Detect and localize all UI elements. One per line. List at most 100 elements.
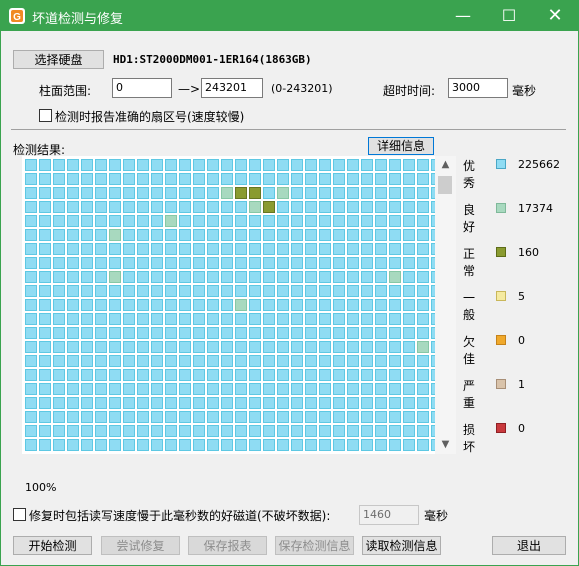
grid-cell (81, 341, 93, 353)
grid-cell (235, 215, 247, 227)
details-button[interactable]: 详细信息 (368, 137, 434, 155)
grid-cell (319, 229, 331, 241)
grid-cell (305, 425, 317, 437)
timeout-input[interactable]: 3000 (448, 78, 508, 98)
grid-cell (263, 397, 275, 409)
close-button[interactable]: ✕ (532, 1, 578, 31)
grid-cell (375, 215, 387, 227)
grid-cell (305, 411, 317, 423)
grid-cell (67, 243, 79, 255)
grid-cell (81, 397, 93, 409)
grid-cell (221, 397, 233, 409)
grid-cell (375, 299, 387, 311)
grid-cell (417, 313, 429, 325)
grid-cell (137, 397, 149, 409)
grid-cell (137, 411, 149, 423)
grid-cell (53, 411, 65, 423)
grid-cell (53, 173, 65, 185)
grid-cell (25, 229, 37, 241)
grid-cell (123, 243, 135, 255)
grid-cell (305, 271, 317, 283)
grid-cell (305, 355, 317, 367)
grid-cell (193, 285, 205, 297)
save-detect-info-button[interactable]: 保存检测信息 (275, 536, 354, 555)
grid-cell (221, 341, 233, 353)
save-report-button[interactable]: 保存报表 (188, 536, 267, 555)
grid-cell (403, 439, 415, 451)
grid-cell (39, 159, 51, 171)
legend-count: 1 (518, 378, 525, 391)
scroll-up-icon[interactable]: ▲ (435, 158, 456, 172)
grid-cell (67, 187, 79, 199)
report-sector-checkbox[interactable] (39, 109, 52, 122)
grid-cell (67, 285, 79, 297)
grid-cell (347, 243, 359, 255)
exit-button[interactable]: 退出 (492, 536, 566, 555)
grid-cell (151, 187, 163, 199)
grid-cell (193, 243, 205, 255)
range-start-input[interactable]: 0 (112, 78, 172, 98)
grid-cell (389, 285, 401, 297)
grid-cell (263, 173, 275, 185)
repair-threshold-input[interactable]: 1460 (359, 505, 419, 525)
select-disk-button[interactable]: 选择硬盘 (13, 50, 104, 69)
load-detect-info-button[interactable]: 读取检测信息 (362, 536, 441, 555)
grid-cell (207, 159, 219, 171)
scroll-thumb[interactable] (438, 176, 452, 194)
grid-cell (291, 299, 303, 311)
results-scrollbar[interactable]: ▲ ▼ (435, 156, 456, 454)
grid-cell (95, 229, 107, 241)
grid-cell (389, 327, 401, 339)
grid-cell (375, 285, 387, 297)
grid-cell (403, 313, 415, 325)
grid-cell (151, 243, 163, 255)
grid-cell (361, 425, 373, 437)
repair-slow-checkbox[interactable] (13, 508, 26, 521)
grid-cell (333, 383, 345, 395)
grid-cell (319, 271, 331, 283)
grid-cell (375, 201, 387, 213)
bad-sector-window: G 坏道检测与修复 — ☐ ✕ 选择硬盘 HD1:ST2000DM001-1ER… (0, 0, 579, 566)
grid-cell (333, 173, 345, 185)
grid-cell (25, 271, 37, 283)
grid-cell (291, 243, 303, 255)
legend-swatch (496, 423, 506, 433)
grid-cell (249, 187, 261, 199)
grid-cell (361, 299, 373, 311)
grid-cell (333, 341, 345, 353)
grid-cell (137, 327, 149, 339)
try-repair-button[interactable]: 尝试修复 (101, 536, 180, 555)
grid-cell (165, 271, 177, 283)
grid-cell (235, 355, 247, 367)
divider (11, 129, 566, 130)
grid-cell (81, 159, 93, 171)
grid-cell (39, 425, 51, 437)
grid-cell (193, 369, 205, 381)
grid-cell (193, 383, 205, 395)
grid-cell (39, 327, 51, 339)
grid-cell (263, 159, 275, 171)
grid-cell (137, 215, 149, 227)
grid-cell (417, 411, 429, 423)
grid-cell (165, 299, 177, 311)
legend-count: 17374 (518, 202, 553, 215)
grid-cell (375, 173, 387, 185)
range-end-input[interactable]: 243201 (201, 78, 263, 98)
grid-cell (235, 159, 247, 171)
legend-label: 损坏 (463, 423, 476, 454)
grid-cell (221, 215, 233, 227)
grid-cell (67, 215, 79, 227)
minimize-button[interactable]: — (440, 1, 486, 31)
start-detect-button[interactable]: 开始检测 (13, 536, 92, 555)
grid-cell (179, 355, 191, 367)
grid-cell (361, 285, 373, 297)
grid-cell (81, 425, 93, 437)
grid-cell (333, 243, 345, 255)
scroll-down-icon[interactable]: ▼ (435, 438, 456, 452)
grid-cell (305, 215, 317, 227)
grid-cell (221, 285, 233, 297)
grid-cell (53, 397, 65, 409)
maximize-button[interactable]: ☐ (486, 1, 532, 31)
grid-cell (39, 187, 51, 199)
grid-cell (221, 271, 233, 283)
